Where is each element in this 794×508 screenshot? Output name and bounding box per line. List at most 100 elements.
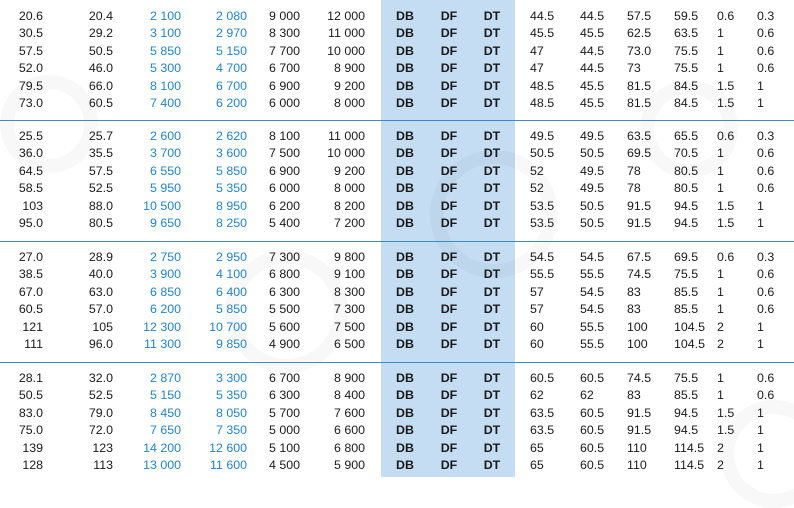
table-cell-c3: 7 350 [215, 423, 247, 438]
table-cell-c11: 78 [627, 181, 641, 196]
table-cell-c3: 9 850 [215, 337, 247, 351]
table-cell-c14: 1 [757, 458, 764, 472]
table-cell-c11: 62.5 [627, 26, 652, 41]
table-cell-c5: 11 000 [328, 26, 365, 41]
table-cell-c6: DB [396, 284, 414, 299]
table-cell-c14: 1 [757, 405, 764, 420]
table-cell-c8: DT [483, 440, 501, 455]
table-cell-c10: 45.5 [580, 26, 605, 41]
table-cell-c4: 6 700 [268, 371, 300, 385]
table-cell-c7: DF [440, 405, 458, 420]
table-cell-c6: DB [396, 61, 414, 76]
table-cell-c12: 114.5 [674, 458, 705, 472]
table-cell-c2: 2 600 [149, 129, 181, 143]
table-cell-c5: 7 300 [333, 302, 365, 317]
table-cell-c5: 9 100 [333, 267, 365, 282]
table-cell-c12: 84.5 [674, 96, 699, 110]
table-cell-c1: 105 [92, 319, 113, 334]
table-cell-c14: 0.6 [757, 388, 775, 403]
table-cell-c6: DB [396, 302, 414, 317]
table-cell-c12: 75.5 [674, 267, 699, 282]
table-cell-c9: 52 [530, 163, 544, 178]
table-cell-c12: 85.5 [674, 302, 699, 317]
table-cell-c8: DT [483, 198, 501, 213]
table-cell-c3: 3 300 [215, 371, 247, 385]
table-cell-c10: 45.5 [580, 78, 605, 93]
table-cell-c13: 1.5 [717, 96, 735, 110]
table-cell-c12: 114.5 [674, 440, 705, 455]
table-cell-c8: DT [483, 337, 501, 351]
table-cell-c12: 75.5 [674, 371, 699, 385]
table-cell-c5: 11 000 [328, 129, 365, 143]
table-cell-c4: 6 000 [268, 181, 300, 196]
table-cell-c9: 53.5 [530, 216, 555, 230]
table-cell-c4: 6 200 [268, 198, 300, 213]
table-cell-c12: 80.5 [674, 163, 699, 178]
table-cell-c1: 46.0 [88, 61, 113, 76]
table-cell-c14: 0.6 [757, 61, 775, 76]
table-cell-c7: DF [440, 61, 458, 76]
table-cell-c5: 6 500 [333, 337, 365, 351]
table-cell-c0: 27.0 [18, 250, 43, 264]
table-cell-c2: 6 550 [149, 163, 181, 178]
table-cell-c2: 8 450 [149, 405, 181, 420]
table-cell-c3: 3 600 [215, 146, 247, 161]
table-cell-c14: 0.6 [757, 163, 775, 178]
table-cell-c4: 6 700 [268, 61, 300, 76]
table-cell-c2: 13 000 [143, 458, 181, 472]
table-cell-c2: 3 700 [149, 146, 181, 161]
table-cell-c4: 4 900 [268, 337, 300, 351]
table-cell-c1: 123 [92, 440, 113, 455]
table-cell-c1: 60.5 [88, 96, 113, 110]
table-cell-c9: 60 [530, 319, 544, 334]
table-cell-c7: DF [440, 388, 458, 403]
table-cell-c6: DB [396, 423, 414, 438]
table-cell-c1: 32.0 [88, 371, 113, 385]
table-cell-c1: 57.0 [88, 302, 113, 317]
table-cell-c13: 1 [717, 267, 724, 282]
table-cell-c14: 0.6 [757, 284, 775, 299]
table-cell-c7: DF [440, 129, 458, 143]
table-cell-c5: 9 800 [333, 250, 365, 264]
table-cell-c11: 91.5 [627, 216, 652, 230]
table-cell-c9: 52 [530, 181, 544, 196]
table-cell-c2: 10 500 [143, 198, 181, 213]
table-cell-c5: 8 200 [333, 198, 365, 213]
table-cell-c11: 78 [627, 163, 641, 178]
table-cell-c13: 1 [717, 388, 724, 403]
table-cell-c14: 1 [757, 198, 764, 213]
table-cell-c1: 57.5 [88, 163, 113, 178]
table-cell-c14: 0.6 [757, 302, 775, 317]
table-cell-c3: 5 350 [215, 181, 247, 196]
table-cell-c14: 0.3 [757, 250, 775, 264]
table-cell-c7: DF [440, 371, 458, 385]
table-cell-c5: 8 000 [333, 181, 365, 196]
table-cell-c5: 8 400 [333, 388, 365, 403]
table-cell-c5: 8 900 [333, 61, 365, 76]
table-cell-c0: 67.0 [18, 284, 43, 299]
table-cell-c7: DF [440, 9, 458, 23]
table-cell-c9: 60 [530, 337, 544, 351]
table-cell-c12: 84.5 [674, 78, 699, 93]
table-cell-c7: DF [440, 250, 458, 264]
table-cell-c0: 25.5 [18, 129, 43, 143]
table-cell-c13: 1 [717, 146, 724, 161]
table-cell-c2: 12 300 [143, 319, 181, 334]
table-cell-c4: 8 100 [268, 129, 300, 143]
table-cell-c8: DT [483, 302, 501, 317]
bearing-spec-table: 20.6 20.4 2 100 2 080 9 000 12 000 DB DF DT 44.5 4… [0, 0, 794, 477]
table-cell-c5: 8 300 [333, 284, 365, 299]
table-cell-c14: 0.6 [757, 26, 775, 41]
table-cell-c13: 1 [717, 163, 724, 178]
table-cell-c0: 50.5 [18, 388, 43, 403]
table-cell-c12: 104.5 [674, 337, 706, 351]
table-cell-c12: 104.5 [674, 319, 706, 334]
table-cell-c1: 80.5 [88, 216, 113, 230]
table-cell-c11: 81.5 [627, 96, 652, 110]
table-cell-c14: 0.6 [757, 371, 775, 385]
table-cell-c3: 4 100 [215, 267, 247, 282]
table-cell-c3: 4 700 [215, 61, 247, 76]
table-cell-c10: 54.5 [580, 302, 605, 317]
table-cell-c4: 6 900 [268, 163, 300, 178]
table-cell-c9: 49.5 [530, 129, 555, 143]
